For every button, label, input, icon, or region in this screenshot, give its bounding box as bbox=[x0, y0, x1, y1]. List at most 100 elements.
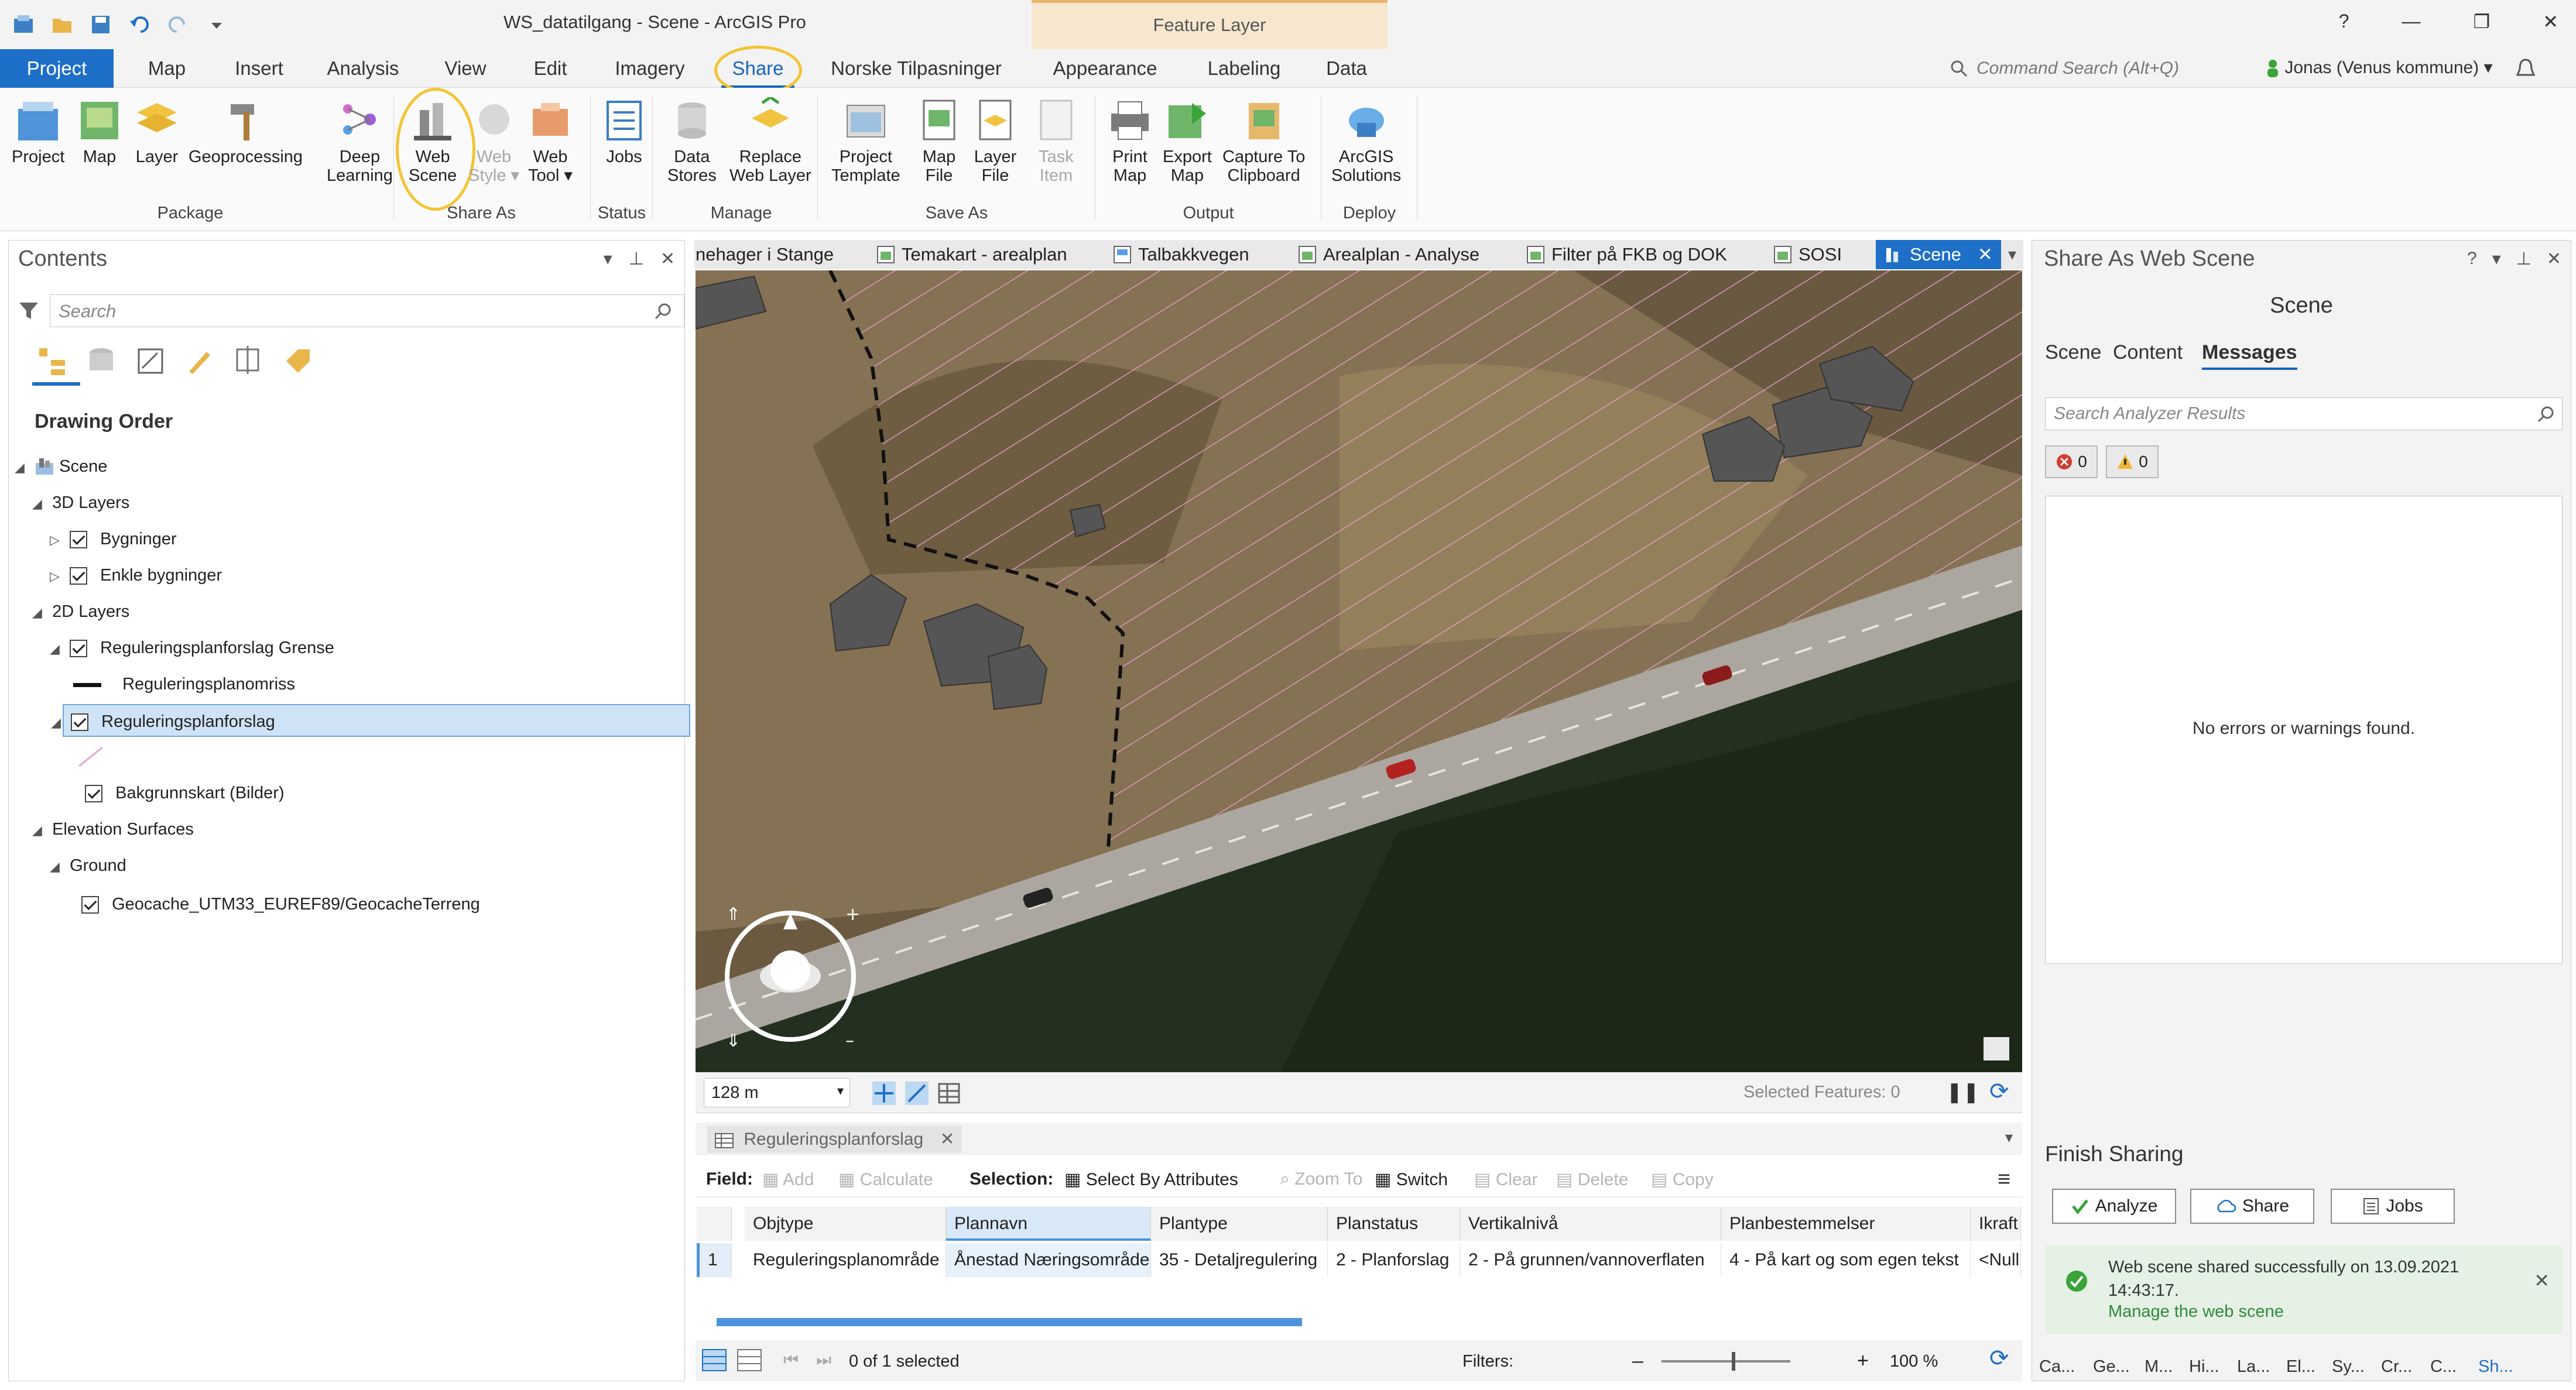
bottom-tab[interactable]: M... bbox=[2145, 1357, 2173, 1377]
switch-selection-button[interactable]: ▦ Switch bbox=[1375, 1169, 1448, 1190]
command-search[interactable]: Command Search (Alt+Q) bbox=[1950, 54, 2242, 83]
zoom-level[interactable]: 100 % bbox=[1890, 1352, 1938, 1371]
row-number[interactable]: 1 bbox=[697, 1243, 732, 1277]
view-tab-nehager[interactable]: nehager i Stange bbox=[696, 240, 834, 269]
bottom-tab[interactable]: La... bbox=[2237, 1357, 2270, 1377]
list-by-selection-icon[interactable] bbox=[134, 345, 167, 377]
column-header-plannavn[interactable]: Plannavn bbox=[946, 1207, 1151, 1241]
analyze-button[interactable]: Analyze bbox=[2052, 1189, 2176, 1224]
manage-web-scene-link[interactable]: Manage the web scene bbox=[2108, 1302, 2284, 1322]
visibility-checkbox[interactable] bbox=[70, 640, 88, 658]
table-cell[interactable]: Reguleringsplanområde bbox=[745, 1243, 946, 1277]
bottom-tab[interactable]: Cr... bbox=[2381, 1357, 2412, 1377]
bottom-tab[interactable]: Ca... bbox=[2039, 1357, 2075, 1377]
column-header-planstatus[interactable]: Planstatus bbox=[1328, 1207, 1460, 1241]
bottom-tab[interactable]: C... bbox=[2430, 1357, 2457, 1377]
user-account-menu[interactable]: Jonas (Venus kommune) ▾ bbox=[2266, 57, 2493, 78]
notifications-bell-icon[interactable] bbox=[2514, 57, 2537, 81]
table-icon[interactable] bbox=[937, 1080, 962, 1106]
web-style-button[interactable]: Web Style ▾ bbox=[468, 97, 519, 185]
undo-icon[interactable] bbox=[126, 12, 152, 37]
close-button[interactable]: ✕ bbox=[2543, 11, 2558, 33]
grid-icon[interactable] bbox=[904, 1080, 930, 1106]
column-header-objtype[interactable]: Objtype bbox=[745, 1207, 946, 1241]
first-record-icon[interactable]: ⏮ bbox=[783, 1351, 799, 1370]
table-cell[interactable]: 2 - På grunnen/vannoverflaten bbox=[1460, 1243, 1721, 1277]
visibility-checkbox[interactable] bbox=[70, 531, 88, 549]
tree-item-geocache-terreng[interactable]: Geocache_UTM33_EUREF89/GeocacheTerreng bbox=[81, 888, 480, 921]
tab-content[interactable]: Content bbox=[2113, 341, 2183, 364]
share-button[interactable]: Share bbox=[2190, 1189, 2314, 1224]
pause-icon[interactable]: ❚❚ bbox=[1946, 1080, 1979, 1104]
tab-norske-tilpasninger[interactable]: Norske Tilpasninger bbox=[820, 49, 1013, 88]
tab-messages[interactable]: Messages bbox=[2202, 341, 2297, 370]
pane-menu-icon[interactable]: ▾ bbox=[604, 249, 612, 269]
horizontal-scrollbar[interactable] bbox=[717, 1318, 1302, 1326]
export-map-button[interactable]: Export Map bbox=[1163, 97, 1212, 185]
package-geoprocessing-button[interactable]: Geoprocessing bbox=[189, 97, 303, 166]
pin-icon[interactable]: ⊥ bbox=[629, 249, 644, 269]
tab-scene[interactable]: Scene bbox=[2045, 341, 2101, 364]
analyzer-search-input[interactable]: Search Analyzer Results bbox=[2045, 397, 2563, 430]
data-stores-button[interactable]: Data Stores bbox=[667, 97, 717, 185]
collapse-triangle-icon[interactable]: ◢ bbox=[32, 488, 47, 520]
list-by-drawing-order-icon[interactable] bbox=[36, 345, 68, 377]
close-tab-icon[interactable]: ✕ bbox=[940, 1130, 955, 1149]
redo-icon[interactable] bbox=[165, 12, 191, 37]
capture-to-clipboard-button[interactable]: Capture To Clipboard bbox=[1222, 97, 1305, 185]
snapping-icon[interactable] bbox=[871, 1080, 897, 1106]
tree-item-2d-layers[interactable]: ◢ 2D Layers bbox=[32, 595, 129, 628]
tree-item-bakgrunnskart[interactable]: Bakgrunnskart (Bilder) bbox=[65, 777, 285, 809]
view-tab-scene[interactable]: Scene ✕ bbox=[1876, 240, 2001, 269]
column-header-ikraft[interactable]: Ikraft bbox=[1971, 1207, 2021, 1241]
view-tab-sosi[interactable]: SOSI bbox=[1773, 240, 1842, 269]
table-menu-icon[interactable]: ≡ bbox=[1998, 1167, 2010, 1192]
expand-triangle-icon[interactable]: ▷ bbox=[50, 560, 65, 593]
refresh-icon[interactable]: ⟳ bbox=[1989, 1345, 2009, 1372]
warnings-filter[interactable]: 0 bbox=[2106, 445, 2159, 478]
layer-file-button[interactable]: Layer File bbox=[972, 97, 1019, 185]
last-record-icon[interactable]: ⏭ bbox=[816, 1351, 831, 1370]
visibility-checkbox[interactable] bbox=[85, 785, 103, 803]
add-field-button[interactable]: ▦ Add bbox=[762, 1169, 814, 1190]
map-file-button[interactable]: Map File bbox=[916, 97, 962, 185]
package-project-button[interactable]: Project bbox=[12, 97, 64, 166]
bottom-tab[interactable]: El... bbox=[2286, 1357, 2315, 1377]
tree-item-reguleringsplanforslag[interactable]: ◢ Reguleringsplanforslag bbox=[51, 704, 690, 737]
table-cell[interactable]: 2 - Planforslag bbox=[1328, 1243, 1460, 1277]
bottom-tab[interactable]: Ge... bbox=[2093, 1357, 2130, 1377]
tab-map[interactable]: Map bbox=[135, 49, 199, 88]
package-map-button[interactable]: Map bbox=[76, 97, 123, 166]
filter-icon[interactable] bbox=[17, 299, 40, 322]
open-project-icon[interactable] bbox=[49, 12, 75, 37]
table-cell[interactable]: 35 - Detaljregulering bbox=[1151, 1243, 1328, 1277]
view-tab-talbakkvegen[interactable]: Talbakkvegen bbox=[1112, 240, 1249, 269]
tab-appearance[interactable]: Appearance bbox=[1042, 49, 1168, 88]
bottom-tab-active[interactable]: Sh... bbox=[2478, 1357, 2513, 1377]
selected-features-count[interactable]: Selected Features: 0 bbox=[1743, 1083, 1900, 1102]
tree-item-reguleringsplanforslag-grense[interactable]: ◢ Reguleringsplanforslag Grense bbox=[50, 631, 334, 664]
web-tool-button[interactable]: Web Tool ▾ bbox=[527, 97, 574, 185]
tab-analysis[interactable]: Analysis bbox=[319, 49, 407, 88]
view-tab-arealplan-analyse[interactable]: Arealplan - Analyse bbox=[1297, 240, 1479, 269]
errors-filter[interactable]: 0 bbox=[2045, 445, 2098, 478]
view-tab-filter-fkb-dok[interactable]: Filter på FKB og DOK bbox=[1526, 240, 1727, 269]
collapse-triangle-icon[interactable]: ◢ bbox=[32, 814, 47, 847]
clear-selection-button[interactable]: ▤ Clear bbox=[1474, 1169, 1537, 1190]
list-by-editing-icon[interactable] bbox=[183, 345, 216, 377]
collapse-triangle-icon[interactable]: ◢ bbox=[15, 451, 30, 484]
maximize-button[interactable]: ❐ bbox=[2474, 11, 2491, 33]
show-all-records-icon[interactable] bbox=[701, 1348, 727, 1372]
bottom-tab[interactable]: Sy... bbox=[2332, 1357, 2365, 1377]
zoom-slider-thumb[interactable] bbox=[1732, 1352, 1735, 1371]
visibility-checkbox[interactable] bbox=[71, 713, 89, 732]
tab-list-dropdown-icon[interactable]: ▾ bbox=[2008, 245, 2016, 264]
print-map-button[interactable]: Print Map bbox=[1107, 97, 1153, 185]
chevron-down-icon[interactable]: ▾ bbox=[2005, 1128, 2013, 1147]
customize-toolbar-icon[interactable] bbox=[204, 12, 229, 37]
delete-button[interactable]: ▤ Delete bbox=[1556, 1169, 1628, 1190]
collapse-triangle-icon[interactable]: ◢ bbox=[51, 706, 66, 739]
pane-menu-icon[interactable]: ▾ bbox=[2492, 249, 2501, 269]
select-by-attributes-button[interactable]: ▦ Select By Attributes bbox=[1064, 1169, 1238, 1190]
close-tab-icon[interactable]: ✕ bbox=[1978, 240, 1993, 269]
